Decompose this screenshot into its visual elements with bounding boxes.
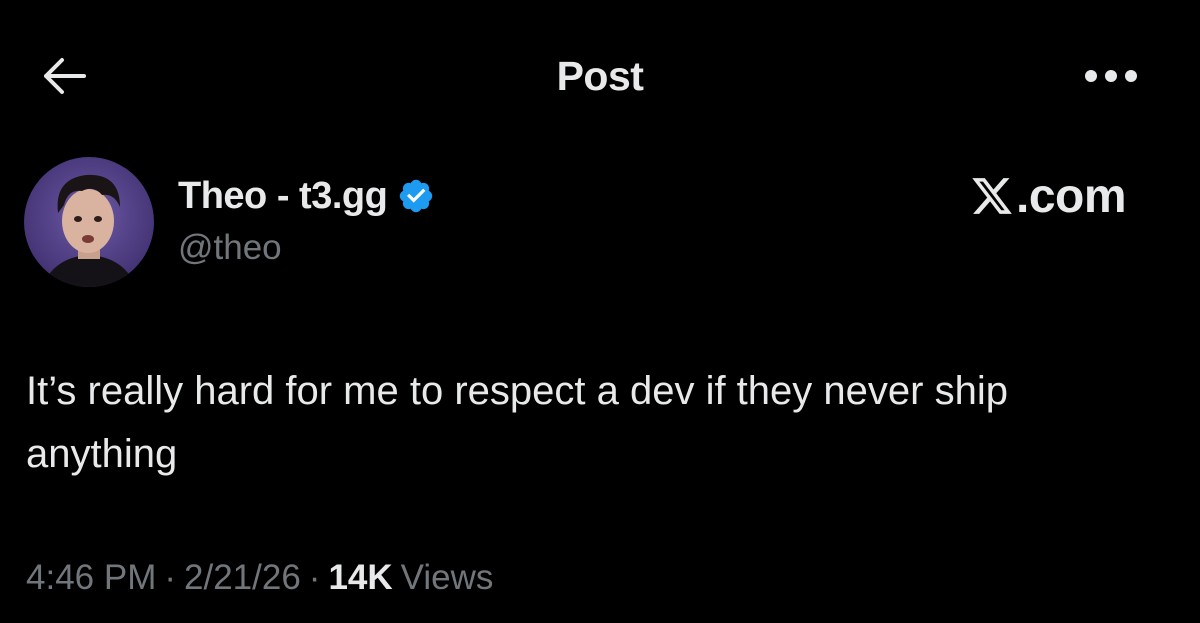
- post-date[interactable]: 2/21/26: [184, 558, 301, 598]
- avatar[interactable]: [24, 157, 154, 287]
- watermark-text: .com: [1016, 169, 1127, 223]
- post-text: It’s really hard for me to respect a dev…: [26, 369, 1008, 476]
- author-display-name: Theo - t3.gg: [178, 174, 388, 217]
- views-count[interactable]: 14K: [328, 558, 392, 598]
- top-bar: Post: [0, 0, 1200, 150]
- more-options-button[interactable]: [1080, 58, 1142, 98]
- verified-badge-icon: [397, 177, 435, 215]
- separator: ·: [164, 558, 177, 597]
- separator: ·: [308, 558, 321, 597]
- page-title: Post: [556, 53, 644, 99]
- views-label: Views: [400, 558, 494, 597]
- x-logo-icon: [970, 174, 1014, 218]
- post-time[interactable]: 4:46 PM: [26, 558, 156, 598]
- x-com-watermark: .com: [970, 168, 1127, 224]
- author-handle[interactable]: @theo: [178, 228, 282, 268]
- post-metadata: 4:46 PM · 2/21/26 · 14K Views: [26, 558, 493, 598]
- author-name-row[interactable]: Theo - t3.gg: [178, 172, 435, 220]
- more-horizontal-icon: [1084, 69, 1138, 88]
